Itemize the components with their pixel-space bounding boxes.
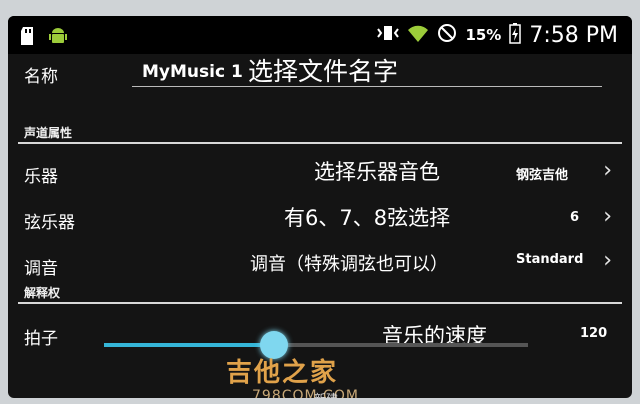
status-bar: 15% 7:58 PM	[8, 16, 632, 54]
vibrate-icon	[377, 24, 400, 46]
file-name-annotation: 选择文件名字	[248, 57, 399, 86]
settings-list: 名称 MyMusic 1 选择文件名字 声道属性 乐器 选择乐器音色 钢弦吉他 …	[8, 54, 632, 398]
instrument-annotation: 选择乐器音色	[314, 160, 440, 184]
name-label: 名称	[24, 67, 58, 87]
file-name-value: MyMusic 1	[142, 62, 243, 82]
instrument-value: 钢弦吉他	[516, 168, 569, 183]
instrument-label: 乐器	[24, 167, 58, 187]
strings-row[interactable]: 弦乐器 有6、7、8弦选择 6 ›	[8, 196, 632, 240]
tuning-label: 调音	[24, 259, 58, 279]
section-rights-divider	[18, 302, 622, 304]
chevron-right-icon: ›	[603, 204, 612, 229]
section-rights-title: 解释权	[24, 286, 61, 300]
new-button[interactable]: 新建	[314, 390, 338, 398]
clock: 7:58 PM	[529, 22, 618, 48]
tempo-slider-fill	[104, 343, 274, 347]
name-row[interactable]: 名称 MyMusic 1 选择文件名字	[8, 54, 632, 98]
battery-charging-icon	[509, 22, 522, 48]
tempo-label: 拍子	[24, 329, 58, 349]
status-right: 15% 7:58 PM	[377, 22, 618, 48]
tempo-value: 120	[580, 326, 608, 341]
sd-card-icon	[20, 26, 36, 50]
do-not-disturb-icon	[437, 23, 457, 47]
file-name-input[interactable]: MyMusic 1 选择文件名字	[132, 57, 602, 87]
instrument-row[interactable]: 乐器 选择乐器音色 钢弦吉他 ›	[8, 150, 632, 194]
watermark-url: 798COM.COM	[252, 388, 359, 398]
status-left	[20, 26, 68, 50]
tempo-slider[interactable]	[104, 331, 528, 359]
section-channel-divider	[18, 142, 622, 144]
strings-value: 6	[570, 210, 580, 225]
app-screen: 15% 7:58 PM 名称 MyMusic 1 选择文件名字 声道属性 乐器 …	[8, 16, 632, 398]
wifi-icon	[407, 23, 429, 47]
strings-label: 弦乐器	[24, 213, 75, 233]
tuning-row[interactable]: 调音 调音（特殊调弦也可以） Standard ›	[8, 242, 632, 286]
battery-percent: 15%	[465, 26, 502, 44]
strings-annotation: 有6、7、8弦选择	[284, 206, 451, 230]
watermark-title: 吉他之家	[226, 358, 339, 388]
tuning-value: Standard	[516, 252, 584, 267]
android-icon	[48, 26, 68, 50]
chevron-right-icon: ›	[603, 158, 612, 183]
section-channel-title: 声道属性	[24, 126, 73, 140]
chevron-right-icon: ›	[603, 248, 612, 273]
tuning-annotation: 调音（特殊调弦也可以）	[250, 254, 448, 275]
